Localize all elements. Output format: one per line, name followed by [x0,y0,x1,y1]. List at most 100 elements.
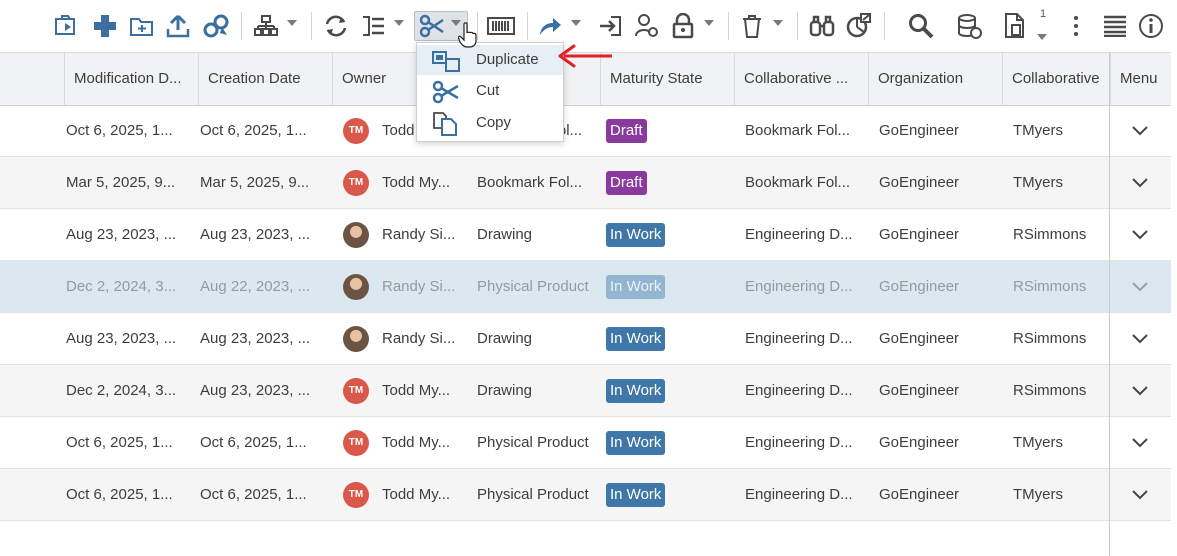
column-header-modification-date[interactable]: Modification D... [64,53,198,105]
type-cell: Physical Product [477,486,589,503]
pie-export-icon[interactable] [842,10,874,42]
structure-icon[interactable] [251,10,281,42]
document-icon[interactable] [1000,10,1030,42]
chevron-down-icon[interactable] [1131,279,1149,293]
collaborative-space-cell: Engineering D... [745,382,853,399]
column-header-organization[interactable]: Organization [868,53,1002,105]
chevron-down-icon[interactable] [571,20,581,26]
chevron-down-icon[interactable] [1131,435,1149,449]
chevron-down-icon[interactable] [1131,331,1149,345]
chevron-down-icon[interactable] [773,20,783,26]
link-icon[interactable] [200,10,232,42]
info-icon[interactable] [1136,10,1166,42]
status-badge: In Work [606,327,666,351]
duplicate-icon [432,49,462,78]
modification-date-cell: Dec 2, 2024, 3... [66,278,177,295]
chevron-down-icon[interactable] [1131,123,1149,137]
table-row[interactable]: Aug 23, 2023, ... Aug 23, 2023, ... Randy … [0,313,1171,365]
avatar: TM [343,170,369,196]
collaborative-cell: TMyers [1013,174,1063,191]
table-row[interactable]: Aug 23, 2023, ... Aug 23, 2023, ... Randy … [0,209,1171,261]
new-folder-icon[interactable] [127,10,157,42]
organization-cell: GoEngineer [879,330,960,347]
toolbar-separator [527,12,528,40]
collaborative-space-cell: Engineering D... [745,226,853,243]
table-row[interactable]: Oct 6, 2025, 1...Oct 6, 2025, 1...Todd M… [0,417,1171,469]
cut-icon [432,80,460,109]
avatar [343,326,369,352]
column-header-maturity-state[interactable]: Maturity State [600,53,734,105]
menu-item-cut[interactable]: Cut [417,76,563,106]
type-cell: Drawing [477,382,533,399]
maturity-state-cell: In Work [606,365,726,417]
barcode-icon[interactable] [486,10,516,42]
toolbar-separator [884,12,885,40]
binoculars-icon[interactable] [806,10,838,42]
chevron-down-icon[interactable] [1131,383,1149,397]
hand-cursor-icon [457,22,478,53]
avatar [343,222,369,248]
table-row[interactable]: Oct 6, 2025, 1...Oct 6, 2025, 1...Todd M… [0,105,1171,157]
owner-name-cell: Todd My... [382,486,451,503]
collaborative-cell: RSimmons [1013,330,1087,347]
status-badge: In Work [606,275,666,299]
attributes-icon[interactable] [358,10,388,42]
chevron-down-icon[interactable] [704,20,714,26]
table-row[interactable]: Mar 5, 2025, 9... Mar 5, 2025, 9... Todd M… [0,157,1171,209]
toolbar-separator [241,12,242,40]
collaborative-cell: TMyers [1013,122,1063,139]
chevron-down-icon[interactable] [1131,175,1149,189]
organization-cell: GoEngineer [879,278,960,295]
status-badge: Draft [606,119,647,143]
creation-date-cell: Oct 6, 2025, 1... [200,434,307,451]
chevron-down-icon[interactable] [1131,227,1149,241]
share-icon[interactable] [535,10,565,42]
collaborative-space-cell: Engineering D... [745,434,853,451]
document-count: 1 [1040,8,1047,20]
column-header-menu[interactable]: Menu [1110,53,1171,105]
user-settings-icon[interactable] [631,10,661,42]
status-badge: In Work [606,483,666,507]
status-badge: In Work [606,431,666,455]
table-row[interactable]: Oct 6, 2025, 1...Oct 6, 2025, 1...Todd M… [0,469,1171,521]
collaborative-space-cell: Bookmark Fol... [745,122,851,139]
creation-date-cell: Aug 23, 2023, ... [200,226,311,243]
database-icon[interactable] [954,10,984,42]
chevron-down-icon[interactable] [287,20,297,26]
menu-item-duplicate[interactable]: Duplicate [417,45,563,75]
table-row[interactable]: Dec 2, 2024, 3... Aug 23, 2023, ... Todd M… [0,365,1171,417]
maturity-state-cell: Draft [606,105,726,157]
modification-date-cell: Mar 5, 2025, 9... [66,174,176,191]
column-header-collaborative[interactable]: Collaborative [1002,53,1110,105]
more-icon[interactable] [1066,10,1086,42]
chevron-down-icon[interactable] [1037,34,1047,40]
creation-date-cell: Mar 5, 2025, 9... [200,174,310,191]
upload-icon[interactable] [163,10,193,42]
modification-date-cell: Oct 6, 2025, 1... [66,122,173,139]
chevron-down-icon[interactable] [394,20,404,26]
column-header-creation-date[interactable]: Creation Date [198,53,332,105]
collaborative-space-cell: Engineering D... [745,486,853,503]
trash-icon[interactable] [737,10,767,42]
collaborative-space-cell: Bookmark Fol... [745,174,851,191]
maturity-state-cell: In Work [606,469,726,521]
table-row[interactable]: Dec 2, 2024, 3... Aug 22, 2023, ... Randy … [0,261,1171,313]
owner-name-cell: Randy Si... [382,330,456,347]
lock-icon[interactable] [668,10,698,42]
toolbar-separator [311,12,312,40]
login-icon[interactable] [595,10,625,42]
menu-item-copy[interactable]: Copy [417,108,563,138]
collaborative-cell: RSimmons [1013,278,1087,295]
column-header-collaborative-space[interactable]: Collaborative ... [734,53,868,105]
refresh-icon[interactable] [321,10,351,42]
owner-name-cell: Todd My... [382,434,451,451]
chevron-down-icon[interactable] [1131,487,1149,501]
creation-date-cell: Oct 6, 2025, 1... [200,122,307,139]
avatar: TM [343,378,369,404]
list-icon[interactable] [1100,10,1130,42]
add-icon[interactable] [90,10,120,42]
search-icon[interactable] [906,10,936,42]
type-cell: Drawing [477,226,533,243]
avatar [343,274,369,300]
import-icon[interactable] [52,10,82,42]
